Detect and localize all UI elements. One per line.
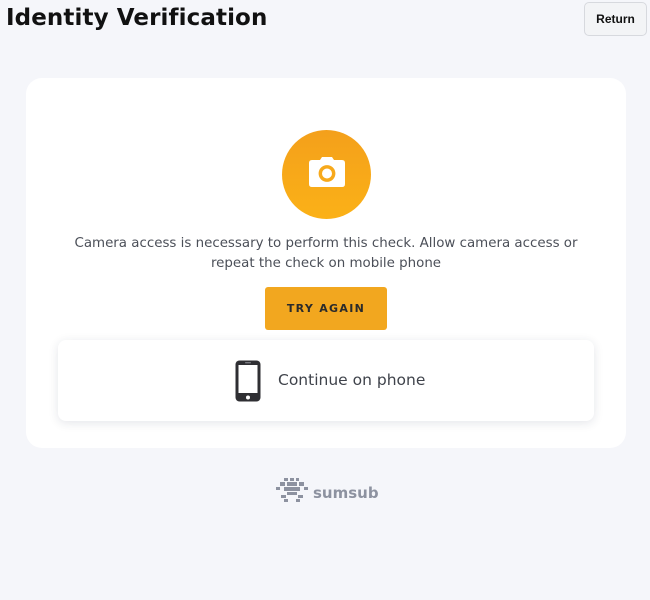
sumsub-brand-name: sumsub [313,483,379,502]
camera-icon-circle [282,130,371,219]
smartphone-icon [234,359,262,408]
continue-on-phone-label: Continue on phone [278,371,426,389]
try-again-button[interactable]: TRY AGAIN [265,287,387,330]
continue-on-phone-option[interactable]: Continue on phone [58,340,594,421]
sumsub-brand: sumsub [276,478,379,507]
camera-access-message: Camera access is necessary to perform th… [74,236,578,271]
page-title: Identity Verification [6,5,268,31]
return-button[interactable]: Return [584,2,647,36]
sumsub-logo-icon [276,478,308,507]
verification-card: Camera access is necessary to perform th… [26,78,626,448]
page: Identity Verification Return Camera acce… [0,0,650,600]
camera-icon [308,156,346,193]
